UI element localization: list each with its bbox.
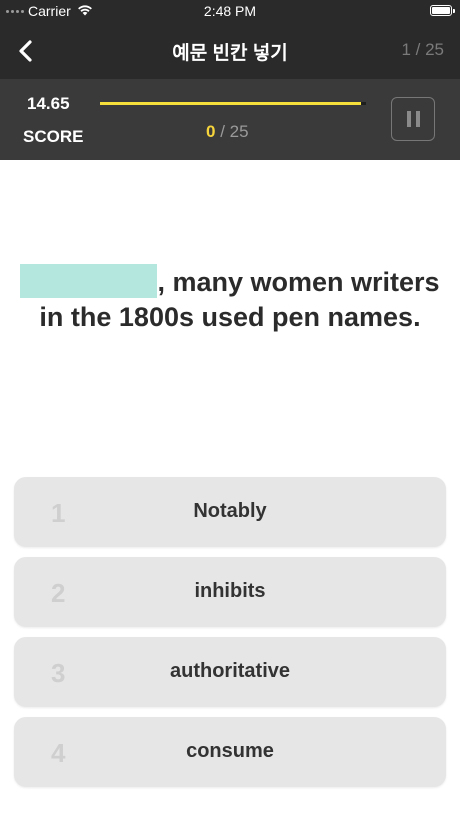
pause-icon xyxy=(406,111,420,127)
nav-bar: 예문 빈칸 넣기 1 / 25 xyxy=(0,24,460,79)
option-button-4[interactable]: 4 consume xyxy=(14,717,446,787)
progress-total: 25 xyxy=(229,122,249,141)
timer-bar xyxy=(100,102,366,105)
option-text: inhibits xyxy=(194,580,266,602)
answer-options: 1 Notably 2 inhibits 3 authoritative 4 c… xyxy=(14,477,446,797)
timer-fill xyxy=(100,102,361,105)
score-panel: 14.65 SCORE 0 / 25 xyxy=(0,79,460,160)
answer-blank xyxy=(20,264,158,298)
progress-current: 0 xyxy=(206,122,216,141)
question-sentence: , many women writers in the 1800s used p… xyxy=(20,264,440,335)
progress-separator: / xyxy=(220,122,225,141)
option-text: Notably xyxy=(193,500,267,522)
option-button-1[interactable]: 1 Notably xyxy=(14,477,446,547)
option-button-3[interactable]: 3 authoritative xyxy=(14,637,446,707)
option-text: authoritative xyxy=(169,660,291,682)
option-button-2[interactable]: 2 inhibits xyxy=(14,557,446,627)
question-counter: 1 / 25 xyxy=(401,40,444,59)
pause-button[interactable] xyxy=(391,97,435,141)
score-value: 14.65 xyxy=(27,94,70,113)
status-time: 2:48 PM xyxy=(203,3,257,19)
battery-icon xyxy=(430,5,455,16)
page-title: 예문 빈칸 넣기 xyxy=(172,43,288,64)
status-bar: Carrier 2:48 PM xyxy=(0,0,460,24)
progress-text: 0 / 25 xyxy=(206,122,249,142)
score-label: SCORE xyxy=(23,127,84,146)
option-text: consume xyxy=(186,740,274,762)
